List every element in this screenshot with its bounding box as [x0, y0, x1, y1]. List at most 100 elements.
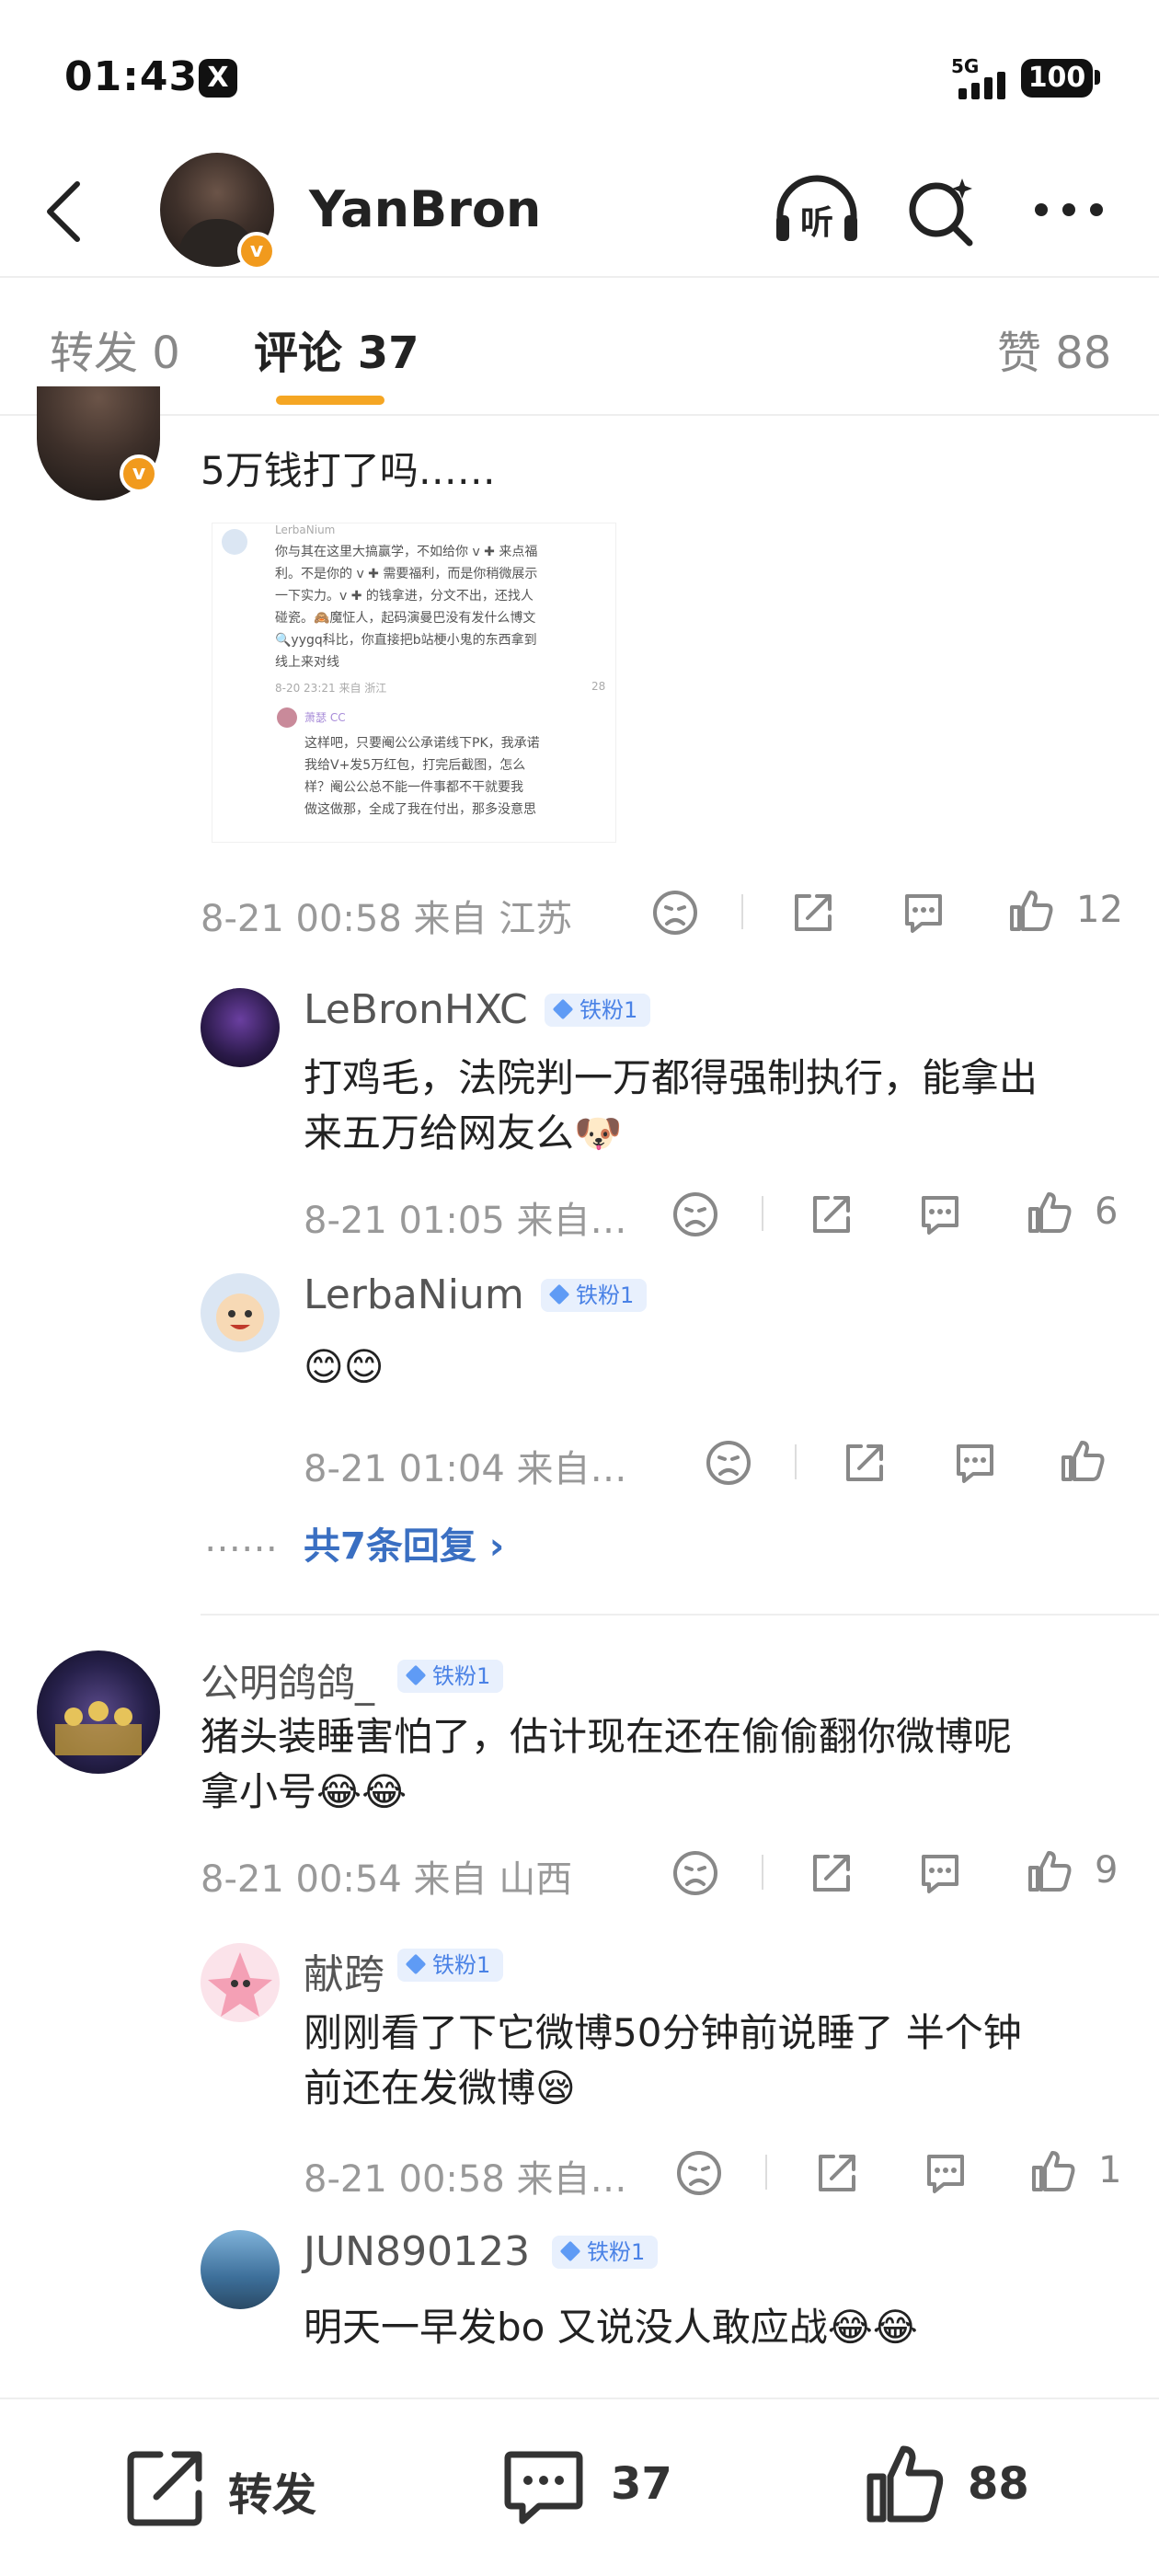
embedded-avatar [277, 707, 297, 728]
comment-image[interactable]: LerbaNium 你与其在这里大搞赢学，不如给你 v ✚ 来点福 利。不是你的… [212, 523, 616, 843]
embedded-line: 🔍yygq科比，你直接把b站梗小鬼的东西拿到 [275, 633, 537, 648]
embedded-line: 这样吧，只要阉公公承诺线下PK，我承诺 [304, 736, 540, 751]
like-icon[interactable] [1060, 1437, 1107, 1485]
like-icon[interactable] [1027, 1847, 1074, 1895]
dislike-icon[interactable] [705, 1439, 752, 1487]
thread-divider [201, 1614, 1159, 1616]
tab-bar: 转发 0 评论 37 赞 88 [0, 278, 1159, 416]
x-app-icon: X [199, 59, 237, 98]
comment-count[interactable]: 37 [611, 2458, 672, 2510]
share-icon[interactable] [841, 1439, 889, 1487]
like-icon[interactable] [1027, 1189, 1074, 1236]
embedded-line: 做这做那，全成了我在付出，那多没意思 [304, 802, 536, 817]
reply-username[interactable]: LerbaNium [304, 1271, 524, 1318]
embedded-line: 利。不是你的 v ✚ 需要福利，而是你稍微展示 [275, 567, 538, 581]
embedded-avatar [222, 529, 247, 555]
tab-repost[interactable]: 转发 0 [50, 316, 180, 381]
reply-meta: 8-21 01:04 来自… [304, 1448, 627, 1490]
dislike-icon[interactable] [651, 889, 699, 937]
like-count: 1 [1098, 2149, 1122, 2191]
like-count[interactable]: 88 [968, 2458, 1029, 2510]
tab-likes[interactable]: 赞 88 [997, 316, 1111, 381]
share-icon[interactable] [789, 889, 837, 937]
comment-icon[interactable] [900, 889, 947, 937]
verified-v-icon: v [120, 454, 158, 493]
reply-text-line: 前还在发微博😪 [304, 2065, 576, 2110]
fan-level-badge: 铁粉1 [397, 1660, 504, 1693]
embedded-line: 样？阉公公总不能一件事都不干就要我 [304, 780, 523, 795]
reply-text-line: 打鸡毛，法院判一万都得强制执行，能拿出 [304, 1055, 1039, 1100]
like-icon[interactable] [1008, 887, 1056, 935]
search-spark-icon[interactable] [905, 173, 979, 247]
commenter-avatar[interactable] [37, 1650, 160, 1774]
comment-meta: 8-21 00:54 来自 山西 [201, 1858, 573, 1901]
status-time: 01:43 [64, 53, 199, 100]
headphones-listen-icon[interactable]: 听 [771, 175, 863, 248]
reply-username[interactable]: LeBronHXC [304, 986, 528, 1033]
share-icon[interactable] [808, 1190, 855, 1238]
comment-icon[interactable] [951, 1439, 999, 1487]
more-replies-dots: …… [204, 1518, 278, 1560]
divider [741, 894, 743, 929]
reply-avatar[interactable] [201, 1273, 280, 1352]
tab-comments[interactable]: 评论 37 [254, 316, 419, 381]
commenter-username[interactable]: 公明鸽鸽_ [201, 1652, 374, 1708]
divider [765, 2155, 767, 2190]
like-icon[interactable] [1030, 2147, 1078, 2195]
verified-v-icon: v [237, 232, 276, 270]
share-icon[interactable] [813, 2149, 861, 2197]
comment-icon[interactable] [916, 1190, 964, 1238]
reply-meta: 8-21 01:05 来自… [304, 1200, 627, 1242]
bottom-action-bar: 转发 37 88 [0, 2399, 1159, 2576]
comment-bubble-icon[interactable] [502, 2445, 585, 2528]
reply-avatar[interactable] [201, 988, 280, 1067]
fan-level-badge: 铁粉1 [397, 1949, 504, 1982]
battery-tip [1095, 70, 1100, 85]
embedded-name: LerbaNium [275, 523, 336, 536]
embedded-line: 线上来对线 [275, 655, 339, 670]
embedded-line: 我给V+发5万红包，打完后截图，怎么 [304, 758, 526, 773]
reply-text-line: 来五万给网友么🐶 [304, 1110, 623, 1156]
fan-level-badge: 铁粉1 [541, 1279, 648, 1312]
back-arrow-icon[interactable] [40, 178, 92, 245]
share-icon[interactable] [808, 1849, 855, 1897]
cellular-signal-icon: 5G [951, 55, 1014, 99]
battery-indicator: 100 [1021, 59, 1093, 98]
cartoon-face-icon [216, 1294, 264, 1341]
like-count: 6 [1095, 1190, 1119, 1233]
reply-text-line: 刚刚看了下它微博50分钟前说睡了 半个钟 [304, 2010, 1022, 2055]
team-photo-icon [55, 1701, 142, 1755]
reply-avatar[interactable] [201, 2230, 280, 2309]
tabs-divider [0, 414, 1159, 416]
profile-name[interactable]: YanBron [309, 180, 541, 238]
repost-icon[interactable] [125, 2445, 208, 2528]
embedded-meta: 8-20 23:21 来自 浙江 [275, 682, 387, 695]
comment-icon[interactable] [922, 2149, 970, 2197]
fan-level-badge: 铁粉1 [545, 994, 651, 1027]
dislike-icon[interactable] [671, 1190, 719, 1238]
like-count: 12 [1076, 889, 1123, 931]
dislike-icon[interactable] [675, 2149, 723, 2197]
view-all-replies-link[interactable]: 共7条回复 › [304, 1516, 504, 1570]
comment-icon[interactable] [916, 1849, 964, 1897]
divider [795, 1444, 797, 1479]
divider [762, 1196, 763, 1231]
fan-level-badge: 铁粉1 [552, 2236, 659, 2269]
more-options-icon[interactable] [1030, 191, 1107, 228]
comment-text: 5万钱打了吗…… [201, 448, 496, 493]
divider [762, 1855, 763, 1890]
dislike-icon[interactable] [671, 1849, 719, 1897]
comment-meta: 8-21 00:58 来自 江苏 [201, 898, 573, 940]
repost-label[interactable]: 转发 [228, 2458, 316, 2523]
reply-username[interactable]: JUN890123 [304, 2228, 530, 2275]
top-nav-bar: v YanBron 听 [0, 147, 1159, 276]
reply-text-line: 😊😊 [304, 1344, 384, 1389]
reply-meta: 8-21 00:58 来自… [304, 2158, 627, 2201]
reply-username[interactable]: 献跨 [304, 1941, 384, 2000]
embedded-line: 你与其在这里大搞赢学，不如给你 v ✚ 来点福 [275, 545, 538, 559]
like-count: 9 [1095, 1849, 1119, 1892]
network-type: 5G [951, 55, 980, 77]
reply-avatar[interactable] [201, 1943, 280, 2022]
thumbs-up-icon[interactable] [865, 2442, 947, 2524]
reply-text-line: 明天一早发bo 又说没人敢应战😂😂 [304, 2305, 918, 2350]
